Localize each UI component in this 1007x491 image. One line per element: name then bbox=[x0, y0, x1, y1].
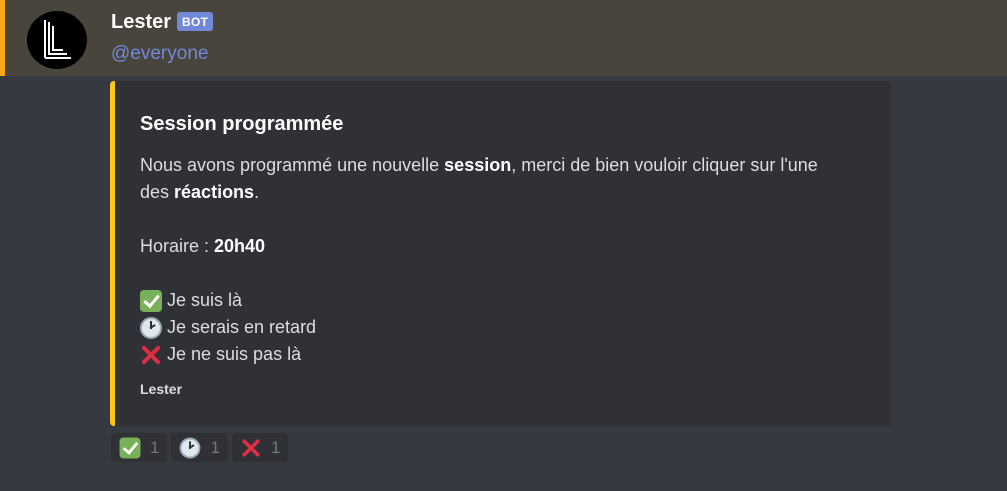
option-label: Je suis là bbox=[167, 290, 243, 310]
check-mark-icon bbox=[119, 437, 141, 458]
cross-mark-icon bbox=[140, 344, 162, 366]
embed-footer: Lester bbox=[140, 381, 183, 397]
reaction-clock[interactable]: 1 bbox=[171, 433, 228, 462]
cross-mark-icon bbox=[240, 437, 261, 458]
text-segment: Nous avons programmé une nouvelle bbox=[140, 155, 445, 175]
everyone-mention[interactable]: @everyone bbox=[111, 43, 208, 65]
option-absent: Je ne suis pas là bbox=[140, 341, 880, 368]
schedule-label: Horaire : bbox=[140, 236, 215, 256]
message-header: Lester BOT bbox=[111, 8, 214, 36]
chat-message: Lester BOT @everyone Session programmée … bbox=[0, 0, 1007, 491]
reaction-cross[interactable]: 1 bbox=[231, 433, 289, 462]
avatar[interactable] bbox=[27, 11, 87, 69]
reaction-count: 1 bbox=[150, 437, 160, 457]
option-present: Je suis là bbox=[140, 287, 880, 314]
reaction-count: 1 bbox=[210, 437, 220, 457]
schedule-time: 20h40 bbox=[214, 236, 266, 256]
reaction-count: 1 bbox=[270, 437, 281, 457]
reaction-bar: 1 1 1 bbox=[111, 433, 289, 462]
text-segment: des bbox=[140, 182, 175, 202]
text-segment: , merci de bien vouloir cliquer sur l'un… bbox=[511, 155, 818, 175]
embed-description: Nous avons programmé une nouvelle sessio… bbox=[140, 152, 880, 368]
option-label: Je ne suis pas là bbox=[167, 344, 302, 364]
text-segment: . bbox=[254, 182, 260, 202]
username[interactable]: Lester bbox=[111, 11, 171, 34]
option-label: Je serais en retard bbox=[167, 317, 317, 337]
clock-icon bbox=[140, 316, 162, 339]
embed-title: Session programmée bbox=[140, 113, 344, 135]
lester-logo-icon bbox=[44, 20, 71, 59]
bot-badge: BOT bbox=[177, 11, 214, 31]
check-mark-icon bbox=[140, 289, 162, 312]
description-line-2: des réactions. bbox=[140, 179, 880, 206]
mention-bar bbox=[0, 0, 5, 76]
clock-icon bbox=[180, 437, 201, 458]
description-line-1: Nous avons programmé une nouvelle sessio… bbox=[140, 152, 880, 179]
bold-text: réactions bbox=[174, 182, 255, 202]
bold-text: session bbox=[444, 155, 512, 175]
embed-card: Session programmée Nous avons programmé … bbox=[110, 81, 891, 426]
option-late: Je serais en retard bbox=[140, 314, 880, 341]
schedule-line: Horaire : 20h40 bbox=[140, 233, 880, 260]
reaction-check[interactable]: 1 bbox=[111, 433, 168, 462]
